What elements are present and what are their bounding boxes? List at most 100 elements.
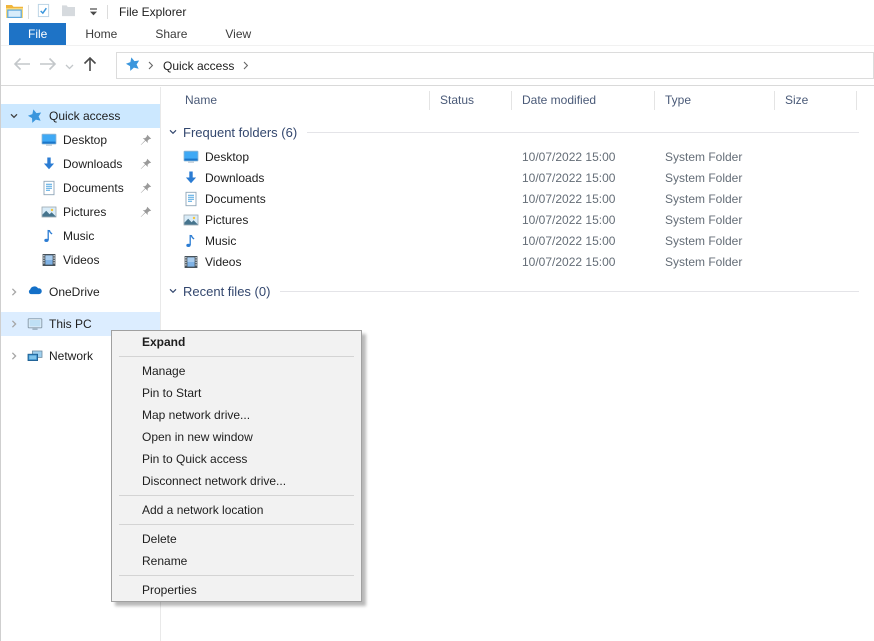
ribbon-tab-share[interactable]: Share [136, 23, 206, 45]
sidebar-item-label: This PC [49, 317, 92, 331]
menu-item-pin-to-quick-access[interactable]: Pin to Quick access [112, 448, 361, 470]
chevron-down-icon[interactable] [9, 111, 21, 121]
group-chevron-down-icon [168, 286, 178, 296]
downloads-icon [41, 156, 57, 172]
sidebar-item-videos[interactable]: Videos [1, 248, 160, 272]
desktop-icon [41, 132, 57, 148]
menu-item-properties[interactable]: Properties [112, 579, 361, 601]
sidebar-item-downloads[interactable]: Downloads [1, 152, 160, 176]
file-type: System Folder [655, 255, 775, 269]
file-row-documents[interactable]: Documents10/07/2022 15:00System Folder [161, 188, 874, 209]
sidebar-item-desktop[interactable]: Desktop [1, 128, 160, 152]
file-type: System Folder [655, 150, 775, 164]
breadcrumb: Quick access [125, 56, 249, 75]
recent-locations-icon [65, 59, 74, 73]
file-row-downloads[interactable]: Downloads10/07/2022 15:00System Folder [161, 167, 874, 188]
file-date-modified: 10/07/2022 15:00 [512, 213, 655, 227]
file-type: System Folder [655, 213, 775, 227]
titlebar-separator [28, 5, 29, 19]
menu-separator [119, 524, 354, 525]
ribbon-tab-view[interactable]: View [206, 23, 270, 45]
pin-icon [140, 182, 152, 194]
back-button[interactable] [9, 53, 35, 79]
file-row-desktop[interactable]: Desktop10/07/2022 15:00System Folder [161, 146, 874, 167]
menu-item-open-in-new-window[interactable]: Open in new window [112, 426, 361, 448]
chevron-right-icon[interactable] [9, 287, 21, 297]
column-header-type[interactable]: Type [655, 91, 775, 110]
sidebar-item-onedrive[interactable]: OneDrive [1, 280, 160, 304]
sidebar-item-quick-access[interactable]: Quick access [1, 104, 160, 128]
menu-separator [119, 495, 354, 496]
sidebar-item-label: Documents [63, 181, 124, 195]
context-menu: Expand ManagePin to StartMap network driv… [111, 330, 362, 602]
pin-icon [140, 206, 152, 218]
item-groups: Frequent folders (6) Desktop10/07/2022 15… [161, 122, 874, 301]
file-type: System Folder [655, 192, 775, 206]
ribbon-tab-file[interactable]: File [9, 23, 66, 45]
menu-item-add-a-network-location[interactable]: Add a network location [112, 499, 361, 521]
qat-new-folder-button[interactable] [59, 3, 77, 21]
file-date-modified: 10/07/2022 15:00 [512, 234, 655, 248]
menu-item-delete[interactable]: Delete [112, 528, 361, 550]
file-date-modified: 10/07/2022 15:00 [512, 171, 655, 185]
file-type: System Folder [655, 171, 775, 185]
navigation-toolbar: Quick access [1, 46, 874, 86]
group-header-recent-files-0[interactable]: Recent files (0) [161, 281, 874, 301]
group-chevron-down-icon [168, 127, 178, 137]
chevron-right-icon[interactable] [9, 319, 21, 329]
group-label: Recent files (0) [183, 284, 270, 299]
column-header-name[interactable]: Name [161, 91, 430, 110]
file-name: Music [205, 234, 236, 248]
file-row-videos[interactable]: Videos 10/07/2022 15:00System Folder [161, 251, 874, 272]
sidebar-item-label: Videos [63, 253, 99, 267]
title-bar: File Explorer [1, 0, 874, 23]
breadcrumb-chevron-icon[interactable] [243, 59, 249, 73]
this-pc-icon [27, 316, 43, 332]
file-row-pictures[interactable]: Pictures10/07/2022 15:00System Folder [161, 209, 874, 230]
sidebar-item-pictures[interactable]: Pictures [1, 200, 160, 224]
pictures-icon [41, 204, 57, 220]
menu-item-rename[interactable]: Rename [112, 550, 361, 572]
sidebar-item-music[interactable]: Music [1, 224, 160, 248]
file-explorer-window: File Explorer FileHomeShareView Quick ac… [0, 0, 874, 641]
menu-item-manage[interactable]: Manage [112, 360, 361, 382]
menu-item-disconnect-network-drive[interactable]: Disconnect network drive... [112, 470, 361, 492]
ribbon-tab-home[interactable]: Home [66, 23, 136, 45]
address-bar[interactable]: Quick access [116, 52, 874, 79]
file-date-modified: 10/07/2022 15:00 [512, 255, 655, 269]
titlebar-separator [107, 5, 108, 19]
quick-access-toolbar [34, 3, 102, 21]
music-icon [183, 233, 199, 249]
chevron-right-icon[interactable] [9, 351, 21, 361]
up-button[interactable] [77, 53, 103, 79]
file-type: System Folder [655, 234, 775, 248]
sidebar-item-documents[interactable]: Documents [1, 176, 160, 200]
group-label: Frequent folders (6) [183, 125, 297, 140]
menu-item-map-network-drive[interactable]: Map network drive... [112, 404, 361, 426]
pin-icon [140, 158, 152, 170]
column-header-size[interactable]: Size [775, 91, 857, 110]
file-date-modified: 10/07/2022 15:00 [512, 150, 655, 164]
breadcrumb-item-quick-access[interactable]: Quick access [161, 59, 236, 73]
forward-button[interactable] [35, 53, 61, 79]
music-icon [41, 228, 57, 244]
breadcrumb-chevron-icon[interactable] [148, 59, 154, 73]
file-row-music[interactable]: Music 10/07/2022 15:00System Folder [161, 230, 874, 251]
desktop-icon [183, 149, 199, 165]
videos-icon [183, 254, 199, 270]
file-explorer-logo-icon [6, 4, 23, 19]
new-folder-icon [61, 4, 76, 20]
up-icon [83, 56, 97, 75]
file-name: Videos [205, 255, 241, 269]
column-header-status[interactable]: Status [430, 91, 512, 110]
qat-properties-button[interactable] [34, 3, 52, 21]
group-header-frequent-folders-6[interactable]: Frequent folders (6) [161, 122, 874, 142]
recent-locations-button[interactable] [61, 53, 77, 79]
qat-customize-toolbar-dropdown-button[interactable] [84, 3, 102, 21]
menu-item-pin-to-start[interactable]: Pin to Start [112, 382, 361, 404]
sidebar-item-label: Pictures [63, 205, 106, 219]
onedrive-icon [27, 284, 43, 300]
column-header-date-modified[interactable]: Date modified [512, 91, 655, 110]
back-icon [13, 57, 31, 74]
menu-item-expand[interactable]: Expand [112, 331, 361, 353]
